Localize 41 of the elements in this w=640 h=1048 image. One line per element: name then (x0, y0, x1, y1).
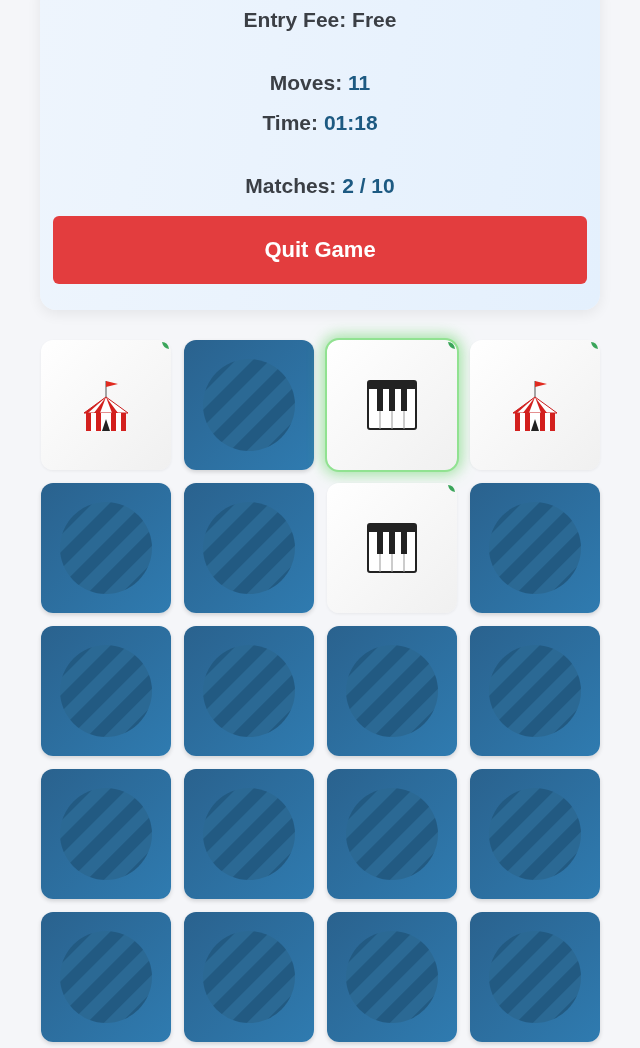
striped-circle-icon (202, 788, 295, 880)
striped-circle-icon (59, 502, 152, 594)
face-down-card[interactable] (469, 769, 600, 899)
face-up-card[interactable] (326, 483, 457, 613)
striped-circle-icon (59, 645, 152, 737)
striped-circle-icon (59, 931, 152, 1023)
face-up-card[interactable] (326, 340, 457, 470)
striped-circle-icon (345, 931, 438, 1023)
face-down-card[interactable] (40, 626, 171, 756)
face-down-card[interactable] (326, 912, 457, 1042)
striped-circle-icon (345, 645, 438, 737)
face-down-card[interactable] (183, 340, 314, 470)
matches-text: Matches: 2 / 10 (245, 174, 395, 198)
face-down-card[interactable] (183, 912, 314, 1042)
face-down-card[interactable] (40, 769, 171, 899)
face-down-card[interactable] (183, 769, 314, 899)
striped-circle-icon (202, 645, 295, 737)
face-down-card[interactable] (326, 626, 457, 756)
striped-circle-icon (202, 931, 295, 1023)
face-down-card[interactable] (40, 483, 171, 613)
striped-circle-icon (202, 359, 295, 451)
face-down-card[interactable] (469, 626, 600, 756)
face-down-card[interactable] (183, 483, 314, 613)
face-down-card[interactable] (183, 626, 314, 756)
face-down-card[interactable] (469, 483, 600, 613)
striped-circle-icon (202, 502, 295, 594)
striped-circle-icon (488, 502, 581, 594)
face-down-card[interactable] (469, 912, 600, 1042)
stat-text: Moves: 11 (269, 71, 371, 95)
face-down-card[interactable] (40, 912, 171, 1042)
piano-keys-icon (366, 380, 417, 430)
striped-circle-icon (59, 788, 152, 880)
striped-circle-icon (488, 788, 581, 880)
piano-keys-icon (366, 523, 417, 573)
striped-circle-icon (488, 645, 581, 737)
stat-text: Time: 01:18 (262, 111, 378, 135)
face-down-card[interactable] (326, 769, 457, 899)
quit-game-button[interactable]: Quit Game (53, 216, 587, 284)
entry-fee-text: Entry Fee: Free (243, 8, 397, 32)
striped-circle-icon (345, 788, 438, 880)
striped-circle-icon (488, 931, 581, 1023)
